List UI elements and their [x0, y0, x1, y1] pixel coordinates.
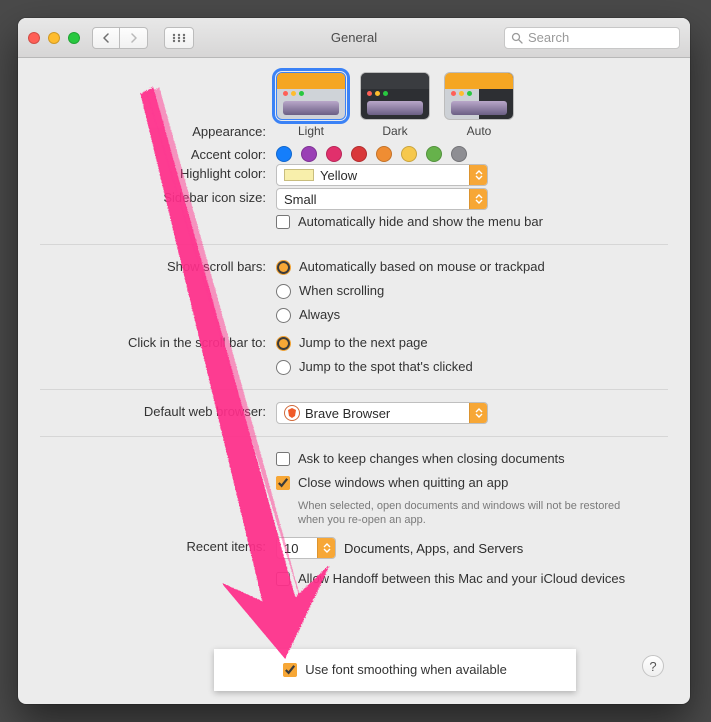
- ask-keep-changes-checkbox[interactable]: Ask to keep changes when closing documen…: [276, 449, 565, 469]
- search-icon: [511, 32, 523, 44]
- scrollbars-always-radio[interactable]: Always: [276, 305, 340, 325]
- scrollbars-scrolling-radio[interactable]: When scrolling: [276, 281, 384, 301]
- highlight-label: Highlight color:: [40, 164, 276, 181]
- accent-colors: [276, 145, 467, 162]
- scrollbars-auto-radio[interactable]: Automatically based on mouse or trackpad: [276, 257, 545, 277]
- appearance-label: Appearance:: [40, 72, 276, 139]
- accent-yellow[interactable]: [401, 146, 417, 162]
- default-browser-label: Default web browser:: [40, 402, 276, 419]
- chevron-updown-icon: [469, 165, 487, 185]
- zoom-icon[interactable]: [68, 32, 80, 44]
- sidebar-size-select[interactable]: Small: [276, 188, 488, 210]
- recent-items-select[interactable]: 10: [276, 537, 336, 559]
- handoff-checkbox[interactable]: Allow Handoff between this Mac and your …: [276, 569, 625, 589]
- accent-green[interactable]: [426, 146, 442, 162]
- sidebar-size-label: Sidebar icon size:: [40, 188, 276, 205]
- chevron-updown-icon: [469, 189, 487, 209]
- accent-graphite[interactable]: [451, 146, 467, 162]
- accent-label: Accent color:: [40, 145, 276, 162]
- close-windows-checkbox[interactable]: Close windows when quitting an app: [276, 473, 508, 493]
- accent-orange[interactable]: [376, 146, 392, 162]
- show-all-button[interactable]: [164, 27, 194, 49]
- font-smoothing-checkbox[interactable]: Use font smoothing when available: [283, 660, 507, 680]
- jump-page-radio[interactable]: Jump to the next page: [276, 333, 428, 353]
- pane-content: Appearance: Light Dark Auto: [18, 58, 690, 704]
- recent-items-label: Recent items:: [40, 537, 276, 554]
- titlebar: General Search: [18, 18, 690, 58]
- chevron-updown-icon: [317, 538, 335, 558]
- nav-buttons: [92, 27, 148, 49]
- accent-blue[interactable]: [276, 146, 292, 162]
- forward-button[interactable]: [120, 27, 148, 49]
- highlight-swatch: [284, 169, 314, 181]
- default-browser-select[interactable]: Brave Browser: [276, 402, 488, 424]
- close-icon[interactable]: [28, 32, 40, 44]
- back-button[interactable]: [92, 27, 120, 49]
- appearance-light[interactable]: Light: [276, 72, 346, 138]
- minimize-icon[interactable]: [48, 32, 60, 44]
- preferences-window: General Search Appearance: Light Dark: [18, 18, 690, 704]
- recent-items-suffix: Documents, Apps, and Servers: [344, 541, 523, 556]
- appearance-options: Light Dark Auto: [276, 72, 514, 138]
- accent-red[interactable]: [351, 146, 367, 162]
- search-placeholder: Search: [528, 30, 569, 45]
- help-button[interactable]: ?: [642, 655, 664, 677]
- menubar-autohide-checkbox[interactable]: Automatically hide and show the menu bar: [276, 212, 543, 232]
- appearance-auto[interactable]: Auto: [444, 72, 514, 138]
- search-field[interactable]: Search: [504, 27, 680, 49]
- jump-spot-radio[interactable]: Jump to the spot that's clicked: [276, 357, 473, 377]
- accent-purple[interactable]: [301, 146, 317, 162]
- appearance-dark[interactable]: Dark: [360, 72, 430, 138]
- close-windows-note: When selected, open documents and window…: [298, 499, 638, 527]
- scrollbars-label: Show scroll bars:: [40, 257, 276, 274]
- chevron-updown-icon: [469, 403, 487, 423]
- accent-pink[interactable]: [326, 146, 342, 162]
- click-scrollbar-label: Click in the scroll bar to:: [40, 333, 276, 350]
- window-controls: [28, 32, 80, 44]
- brave-icon: [284, 405, 300, 421]
- highlight-select[interactable]: Yellow: [276, 164, 488, 186]
- font-smoothing-highlight: Use font smoothing when available: [214, 649, 576, 691]
